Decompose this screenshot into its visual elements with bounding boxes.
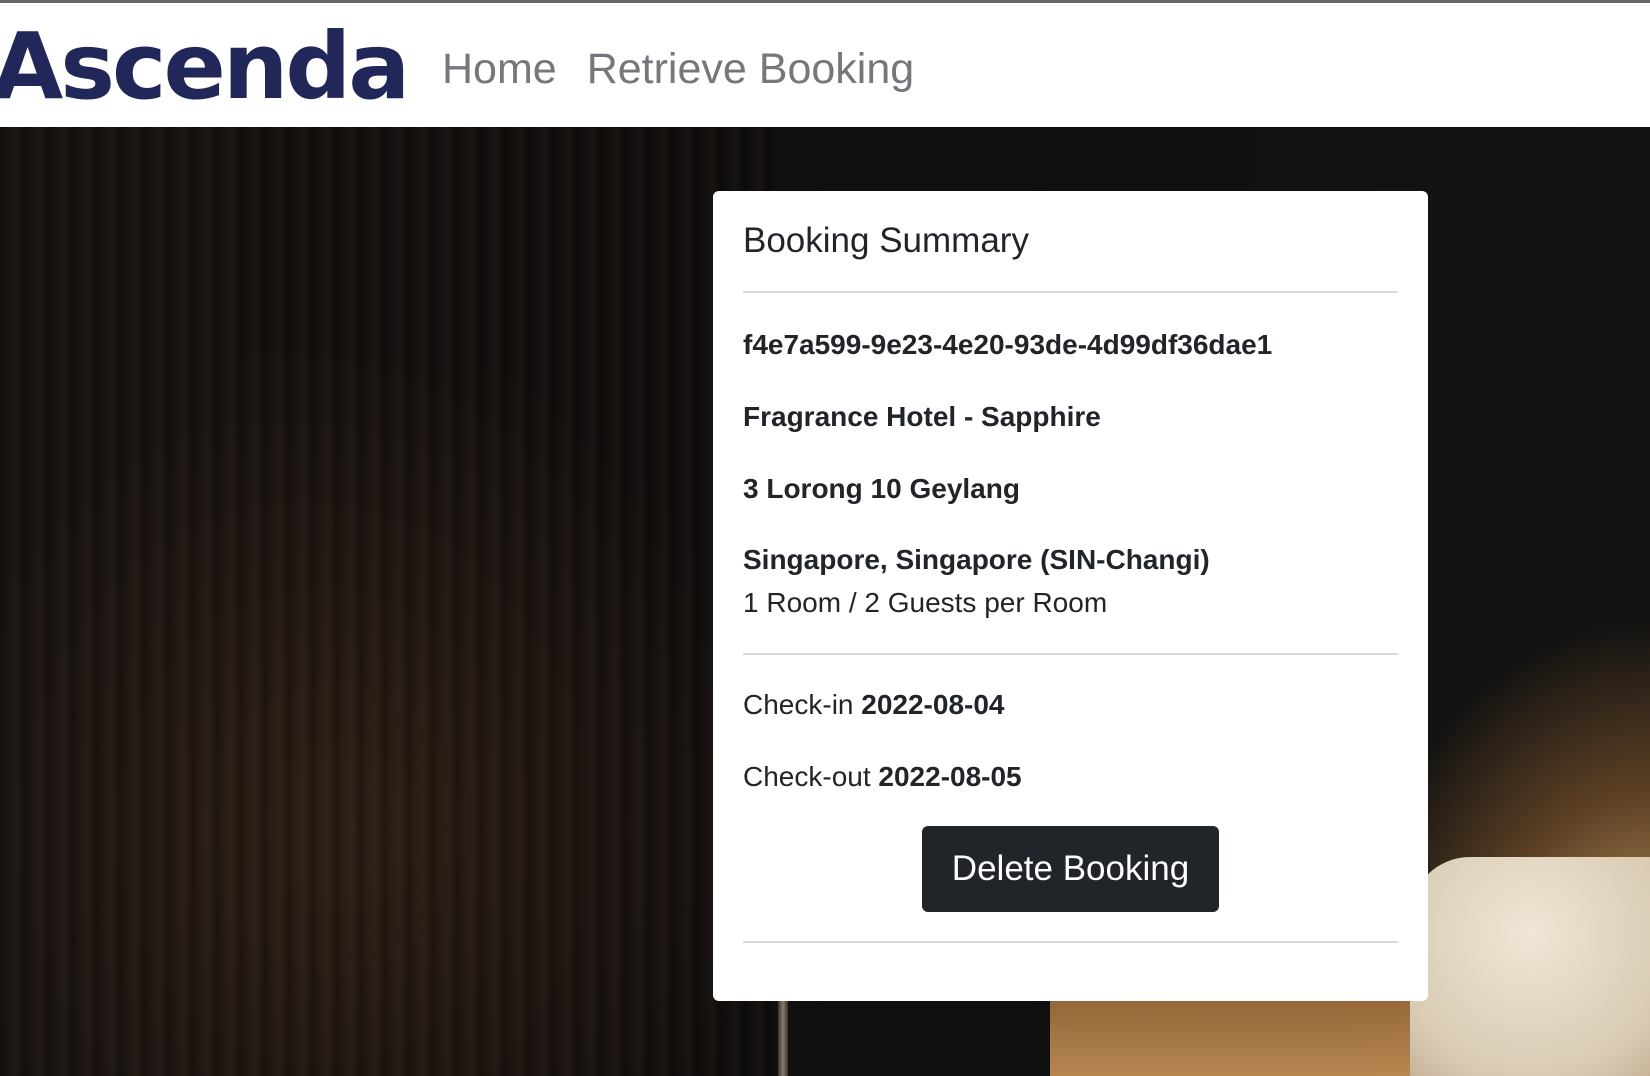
rooms-guests: 1 Room / 2 Guests per Room (743, 587, 1108, 618)
divider (743, 941, 1398, 943)
nav-link-retrieve-booking[interactable]: Retrieve Booking (587, 41, 914, 97)
hotel-name: Fragrance Hotel - Sapphire (743, 401, 1101, 432)
top-navbar: Ascenda Home Retrieve Booking (0, 0, 1650, 127)
delete-booking-button[interactable]: Delete Booking (922, 826, 1219, 912)
divider (743, 291, 1398, 293)
hotel-address: 3 Lorong 10 Geylang (743, 473, 1020, 504)
booking-id: f4e7a599-9e23-4e20-93de-4d99df36dae1 (743, 329, 1273, 360)
ascenda-logo[interactable]: Ascenda (0, 17, 410, 117)
booking-summary-card: Booking Summary f4e7a599-9e23-4e20-93de-… (713, 191, 1428, 1001)
destination: Singapore, Singapore (SIN-Changi) (743, 544, 1210, 575)
nav-link-home[interactable]: Home (442, 41, 557, 97)
check-in-row: Check-in 2022-08-04 (743, 688, 1005, 722)
lamp-decoration (778, 997, 788, 1076)
card-title: Booking Summary (743, 221, 1029, 260)
pillow-decoration (1410, 857, 1650, 1076)
divider (743, 653, 1398, 655)
check-out-date: 2022-08-05 (878, 761, 1022, 792)
main-nav: Home Retrieve Booking (442, 41, 914, 97)
check-out-row: Check-out 2022-08-05 (743, 760, 1022, 794)
check-in-label: Check-in (743, 689, 854, 720)
check-out-label: Check-out (743, 761, 871, 792)
curtain-decoration (0, 127, 780, 1076)
check-in-date: 2022-08-04 (861, 689, 1005, 720)
